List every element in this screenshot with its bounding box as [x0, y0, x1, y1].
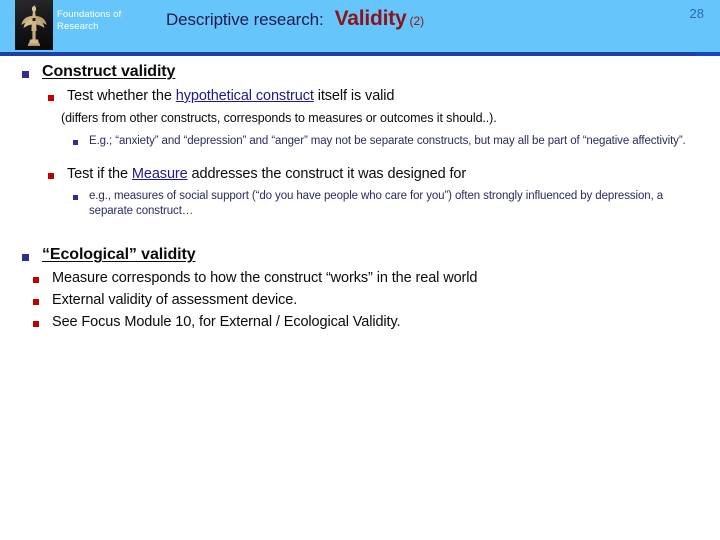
list-item-example-social-support: e.g., measures of social support (“do yo…	[0, 189, 720, 219]
list-item-test-measure: Test if the Measure addresses the constr…	[0, 166, 720, 182]
list-item-label: Test whether the hypothetical construct …	[67, 88, 394, 104]
example-label: E.g.; “anxiety” and “depression” and “an…	[89, 135, 686, 147]
text-before-link: Test if the	[67, 166, 132, 182]
page-title: Descriptive research: Validity (2)	[166, 7, 424, 31]
bullet-square-icon	[73, 195, 78, 200]
slide-header: Foundations of Research Descriptive rese…	[0, 0, 720, 52]
bullet-square-icon	[22, 71, 29, 78]
brand-line-2: Research	[57, 21, 99, 32]
bullet-square-icon	[22, 254, 29, 261]
bullet-square-icon	[33, 321, 39, 327]
title-main: Descriptive research:	[166, 10, 324, 29]
statue-logo-graphic	[21, 4, 47, 46]
section-heading-label: “Ecological” validity	[42, 246, 196, 263]
slide-body: Construct validity Test whether the hypo…	[0, 58, 720, 330]
list-item-label: Test if the Measure addresses the constr…	[67, 166, 466, 182]
header-divider	[0, 52, 720, 56]
brand-label: Foundations of Research	[57, 9, 157, 33]
title-subscript: (2)	[409, 14, 425, 28]
list-item-label: Measure corresponds to how the construct…	[52, 270, 478, 286]
link-measure[interactable]: Measure	[132, 166, 188, 182]
section-heading-construct-validity: Construct validity	[0, 63, 720, 81]
list-item-label: External validity of assessment device.	[52, 292, 298, 308]
list-item-measure-real-world: Measure corresponds to how the construct…	[0, 270, 720, 286]
statue-logo-icon	[15, 0, 53, 50]
bullet-square-icon	[48, 95, 54, 101]
list-item-test-construct: Test whether the hypothetical construct …	[0, 88, 720, 104]
bullet-square-icon	[33, 299, 39, 305]
list-item-label: See Focus Module 10, for External / Ecol…	[52, 314, 401, 330]
slide-number: 28	[689, 6, 704, 21]
bullet-square-icon	[48, 173, 54, 179]
bullet-square-icon	[33, 277, 39, 283]
bullet-square-icon	[73, 140, 78, 145]
list-item-example-anxiety: E.g.; “anxiety” and “depression” and “an…	[0, 134, 720, 149]
link-hypothetical-construct[interactable]: hypothetical construct	[176, 88, 314, 104]
header-divider-cap	[696, 52, 720, 56]
paragraph-construct-definition: (differs from other constructs, correspo…	[61, 111, 497, 125]
example-label: e.g., measures of social support (“do yo…	[89, 190, 664, 217]
text-before-link: Test whether the	[67, 88, 176, 104]
brand-line-1: Foundations of	[57, 9, 122, 20]
section-heading-label: Construct validity	[42, 63, 176, 80]
slide: Foundations of Research Descriptive rese…	[0, 0, 720, 540]
list-item-focus-module: See Focus Module 10, for External / Ecol…	[0, 314, 720, 330]
text-after-link: itself is valid	[313, 88, 395, 104]
list-item-external-validity: External validity of assessment device.	[0, 292, 720, 308]
title-accent: Validity	[334, 7, 407, 30]
text-after-link: addresses the construct it was designed …	[187, 166, 467, 182]
section-heading-ecological-validity: “Ecological” validity	[0, 246, 720, 264]
